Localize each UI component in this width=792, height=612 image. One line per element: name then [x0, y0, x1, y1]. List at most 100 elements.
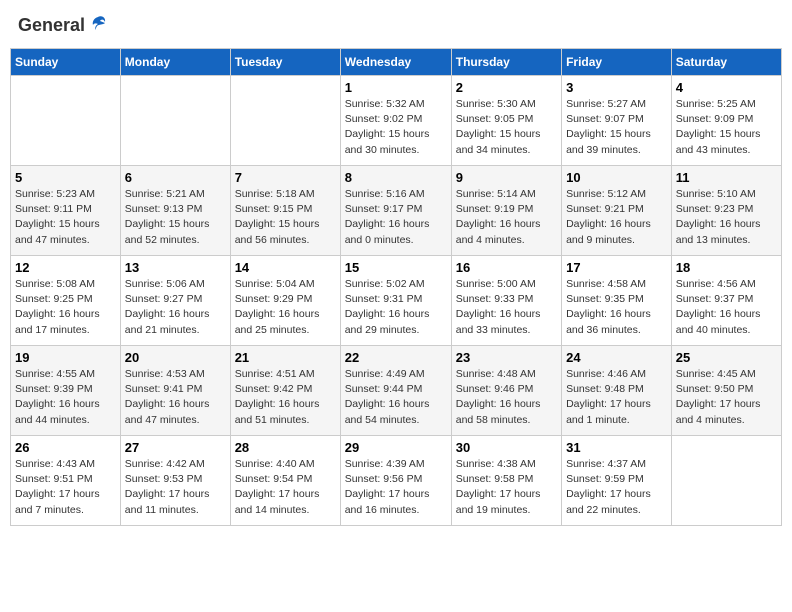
calendar-cell: 6 Sunrise: 5:21 AMSunset: 9:13 PMDaylight…: [120, 166, 230, 256]
calendar-cell: 27 Sunrise: 4:42 AMSunset: 9:53 PMDayligh…: [120, 436, 230, 526]
day-number: 27: [125, 440, 226, 455]
page-header: General: [10, 10, 782, 40]
day-info: Sunrise: 5:02 AMSunset: 9:31 PMDaylight:…: [345, 277, 447, 338]
day-number: 20: [125, 350, 226, 365]
day-number: 9: [456, 170, 557, 185]
day-number: 29: [345, 440, 447, 455]
calendar-cell: 28Sunrise: 4:40 AMSunset: 9:54 PMDayligh…: [230, 436, 340, 526]
calendar-cell: 21 Sunrise: 4:51 AMSunset: 9:42 PMDayligh…: [230, 346, 340, 436]
day-info: Sunrise: 4:58 AMSunset: 9:35 PMDaylight:…: [566, 277, 667, 338]
calendar-cell: [120, 76, 230, 166]
day-info: Sunrise: 5:16 AMSunset: 9:17 PMDaylight:…: [345, 187, 447, 248]
calendar-cell: 5 Sunrise: 5:23 AMSunset: 9:11 PMDaylight…: [11, 166, 121, 256]
day-number: 19: [15, 350, 116, 365]
calendar-cell: 2Sunrise: 5:30 AMSunset: 9:05 PMDaylight…: [451, 76, 561, 166]
day-info: Sunrise: 4:56 AMSunset: 9:37 PMDaylight:…: [676, 277, 777, 338]
day-number: 1: [345, 80, 447, 95]
day-info: Sunrise: 4:39 AMSunset: 9:56 PMDaylight:…: [345, 457, 447, 518]
calendar-cell: 16 Sunrise: 5:00 AMSunset: 9:33 PMDayligh…: [451, 256, 561, 346]
day-number: 8: [345, 170, 447, 185]
day-info: Sunrise: 5:12 AMSunset: 9:21 PMDaylight:…: [566, 187, 667, 248]
calendar-cell: 3 Sunrise: 5:27 AMSunset: 9:07 PMDaylight…: [562, 76, 672, 166]
calendar-table: SundayMondayTuesdayWednesdayThursdayFrid…: [10, 48, 782, 526]
column-header-saturday: Saturday: [671, 49, 781, 76]
column-header-tuesday: Tuesday: [230, 49, 340, 76]
day-number: 6: [125, 170, 226, 185]
day-info: Sunrise: 4:48 AMSunset: 9:46 PMDaylight:…: [456, 367, 557, 428]
calendar-cell: 15 Sunrise: 5:02 AMSunset: 9:31 PMDayligh…: [340, 256, 451, 346]
day-info: Sunrise: 4:53 AMSunset: 9:41 PMDaylight:…: [125, 367, 226, 428]
day-number: 26: [15, 440, 116, 455]
calendar-week-row: 19 Sunrise: 4:55 AMSunset: 9:39 PMDayligh…: [11, 346, 782, 436]
logo-bird-icon: [87, 14, 109, 36]
day-number: 17: [566, 260, 667, 275]
day-number: 31: [566, 440, 667, 455]
day-number: 5: [15, 170, 116, 185]
day-info: Sunrise: 5:06 AMSunset: 9:27 PMDaylight:…: [125, 277, 226, 338]
column-header-monday: Monday: [120, 49, 230, 76]
day-number: 10: [566, 170, 667, 185]
day-number: 7: [235, 170, 336, 185]
day-info: Sunrise: 4:43 AMSunset: 9:51 PMDaylight:…: [15, 457, 116, 518]
calendar-cell: 22 Sunrise: 4:49 AMSunset: 9:44 PMDayligh…: [340, 346, 451, 436]
day-info: Sunrise: 5:10 AMSunset: 9:23 PMDaylight:…: [676, 187, 777, 248]
day-info: Sunrise: 4:38 AMSunset: 9:58 PMDaylight:…: [456, 457, 557, 518]
calendar-week-row: 5 Sunrise: 5:23 AMSunset: 9:11 PMDaylight…: [11, 166, 782, 256]
day-info: Sunrise: 4:49 AMSunset: 9:44 PMDaylight:…: [345, 367, 447, 428]
calendar-cell: 29 Sunrise: 4:39 AMSunset: 9:56 PMDayligh…: [340, 436, 451, 526]
day-info: Sunrise: 4:40 AMSunset: 9:54 PMDaylight:…: [235, 457, 336, 518]
day-number: 14: [235, 260, 336, 275]
calendar-cell: 13 Sunrise: 5:06 AMSunset: 9:27 PMDayligh…: [120, 256, 230, 346]
calendar-cell: 20 Sunrise: 4:53 AMSunset: 9:41 PMDayligh…: [120, 346, 230, 436]
day-info: Sunrise: 4:55 AMSunset: 9:39 PMDaylight:…: [15, 367, 116, 428]
day-number: 23: [456, 350, 557, 365]
calendar-week-row: 12 Sunrise: 5:08 AMSunset: 9:25 PMDayligh…: [11, 256, 782, 346]
calendar-cell: 9 Sunrise: 5:14 AMSunset: 9:19 PMDaylight…: [451, 166, 561, 256]
day-number: 13: [125, 260, 226, 275]
day-info: Sunrise: 5:21 AMSunset: 9:13 PMDaylight:…: [125, 187, 226, 248]
calendar-cell: 12 Sunrise: 5:08 AMSunset: 9:25 PMDayligh…: [11, 256, 121, 346]
day-info: Sunrise: 4:45 AMSunset: 9:50 PMDaylight:…: [676, 367, 777, 428]
column-header-friday: Friday: [562, 49, 672, 76]
day-number: 18: [676, 260, 777, 275]
day-number: 22: [345, 350, 447, 365]
day-number: 12: [15, 260, 116, 275]
calendar-cell: 31 Sunrise: 4:37 AMSunset: 9:59 PMDayligh…: [562, 436, 672, 526]
calendar-cell: 23 Sunrise: 4:48 AMSunset: 9:46 PMDayligh…: [451, 346, 561, 436]
day-info: Sunrise: 5:18 AMSunset: 9:15 PMDaylight:…: [235, 187, 336, 248]
day-number: 30: [456, 440, 557, 455]
day-number: 16: [456, 260, 557, 275]
calendar-cell: 26 Sunrise: 4:43 AMSunset: 9:51 PMDayligh…: [11, 436, 121, 526]
day-info: Sunrise: 5:14 AMSunset: 9:19 PMDaylight:…: [456, 187, 557, 248]
day-info: Sunrise: 5:27 AMSunset: 9:07 PMDaylight:…: [566, 97, 667, 158]
calendar-cell: 19 Sunrise: 4:55 AMSunset: 9:39 PMDayligh…: [11, 346, 121, 436]
day-info: Sunrise: 5:00 AMSunset: 9:33 PMDaylight:…: [456, 277, 557, 338]
day-number: 21: [235, 350, 336, 365]
day-info: Sunrise: 4:51 AMSunset: 9:42 PMDaylight:…: [235, 367, 336, 428]
calendar-week-row: 1Sunrise: 5:32 AMSunset: 9:02 PMDaylight…: [11, 76, 782, 166]
column-header-wednesday: Wednesday: [340, 49, 451, 76]
calendar-week-row: 26 Sunrise: 4:43 AMSunset: 9:51 PMDayligh…: [11, 436, 782, 526]
day-number: 4: [676, 80, 777, 95]
calendar-cell: 7 Sunrise: 5:18 AMSunset: 9:15 PMDaylight…: [230, 166, 340, 256]
day-info: Sunrise: 5:30 AMSunset: 9:05 PMDaylight:…: [456, 97, 557, 158]
day-info: Sunrise: 5:08 AMSunset: 9:25 PMDaylight:…: [15, 277, 116, 338]
calendar-cell: 8 Sunrise: 5:16 AMSunset: 9:17 PMDaylight…: [340, 166, 451, 256]
calendar-cell: 10 Sunrise: 5:12 AMSunset: 9:21 PMDayligh…: [562, 166, 672, 256]
column-header-sunday: Sunday: [11, 49, 121, 76]
day-info: Sunrise: 4:46 AMSunset: 9:48 PMDaylight:…: [566, 367, 667, 428]
day-number: 3: [566, 80, 667, 95]
day-number: 15: [345, 260, 447, 275]
calendar-cell: 14Sunrise: 5:04 AMSunset: 9:29 PMDayligh…: [230, 256, 340, 346]
day-info: Sunrise: 5:25 AMSunset: 9:09 PMDaylight:…: [676, 97, 777, 158]
calendar-cell: 11 Sunrise: 5:10 AMSunset: 9:23 PMDayligh…: [671, 166, 781, 256]
calendar-header-row: SundayMondayTuesdayWednesdayThursdayFrid…: [11, 49, 782, 76]
calendar-cell: 1Sunrise: 5:32 AMSunset: 9:02 PMDaylight…: [340, 76, 451, 166]
column-header-thursday: Thursday: [451, 49, 561, 76]
day-info: Sunrise: 4:37 AMSunset: 9:59 PMDaylight:…: [566, 457, 667, 518]
day-info: Sunrise: 4:42 AMSunset: 9:53 PMDaylight:…: [125, 457, 226, 518]
calendar-cell: 30 Sunrise: 4:38 AMSunset: 9:58 PMDayligh…: [451, 436, 561, 526]
calendar-cell: 17 Sunrise: 4:58 AMSunset: 9:35 PMDayligh…: [562, 256, 672, 346]
day-number: 11: [676, 170, 777, 185]
day-info: Sunrise: 5:23 AMSunset: 9:11 PMDaylight:…: [15, 187, 116, 248]
